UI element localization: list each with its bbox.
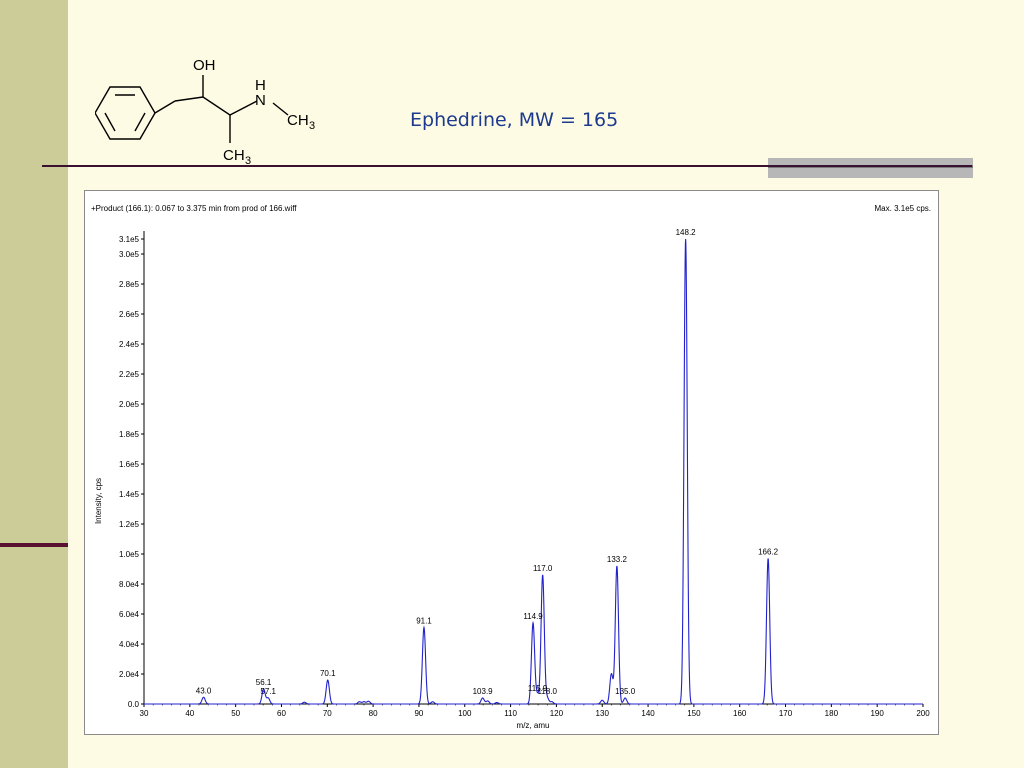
- y-tick-label: 6.0e4: [119, 610, 140, 619]
- peak-label: 135.0: [615, 687, 636, 696]
- peak-label: 70.1: [320, 669, 336, 678]
- x-tick-label: 190: [870, 709, 884, 718]
- y-tick-label: 4.0e4: [119, 640, 140, 649]
- molecule-label-n: N: [255, 92, 266, 109]
- y-tick-label: 2.2e5: [119, 370, 140, 379]
- x-tick-label: 80: [369, 709, 378, 718]
- peak-label: 133.2: [607, 555, 628, 564]
- peak-label: 148.2: [676, 228, 697, 237]
- y-tick-label: 0.0: [128, 700, 140, 709]
- x-tick-label: 150: [687, 709, 701, 718]
- x-tick-label: 60: [277, 709, 286, 718]
- peak-label: 56.1: [256, 678, 272, 687]
- x-tick-label: 140: [641, 709, 655, 718]
- y-tick-label: 1.8e5: [119, 430, 140, 439]
- x-tick-label: 90: [414, 709, 423, 718]
- x-tick-label: 40: [185, 709, 194, 718]
- x-tick-label: 110: [504, 709, 517, 718]
- y-tick-label: 3.1e5: [119, 235, 140, 244]
- peak-label: 91.1: [416, 617, 432, 626]
- slide-title: Ephedrine, MW = 165: [410, 109, 619, 131]
- spectrum-trace: [144, 238, 923, 705]
- peak-label: 43.0: [196, 686, 212, 695]
- header-gray-block: [768, 158, 973, 178]
- x-tick-label: 100: [458, 709, 472, 718]
- x-tick-label: 30: [140, 709, 149, 718]
- x-tick-label: 50: [231, 709, 240, 718]
- x-tick-label: 180: [825, 709, 839, 718]
- y-tick-label: 1.6e5: [119, 460, 140, 469]
- peak-label: 166.2: [758, 548, 779, 557]
- x-tick-label: 160: [733, 709, 747, 718]
- mass-spectrum-panel: +Product (166.1): 0.067 to 3.375 min fro…: [84, 190, 939, 735]
- molecule-label-ch3-c-subscript: 3: [245, 155, 251, 167]
- x-tick-label: 200: [916, 709, 930, 718]
- y-tick-label: 2.0e5: [119, 400, 140, 409]
- y-tick-label: 1.0e5: [119, 550, 140, 559]
- x-axis-title: m/z, amu: [517, 721, 550, 730]
- y-tick-label: 2.6e5: [119, 310, 140, 319]
- y-tick-label: 2.0e4: [119, 670, 140, 679]
- ephedrine-structure-diagram: OH H N CH 3 CH 3: [95, 57, 315, 167]
- peak-label: 118.0: [538, 687, 558, 696]
- spectrum-header-right: Max. 3.1e5 cps.: [875, 204, 931, 213]
- sidebar-band: [0, 0, 68, 768]
- molecule-label-ch3-n-subscript: 3: [309, 120, 315, 132]
- molecule-label-ch3-c: CH: [223, 147, 245, 164]
- peak-label: 114.9: [523, 612, 543, 621]
- molecule-label-ch3-n: CH: [287, 112, 309, 129]
- molecule-label-oh: OH: [193, 57, 216, 74]
- y-axis-title: Intensity, cps: [94, 478, 103, 524]
- x-tick-label: 130: [596, 709, 610, 718]
- mass-spectrum-chart: +Product (166.1): 0.067 to 3.375 min fro…: [91, 204, 931, 730]
- y-tick-label: 1.4e5: [119, 490, 140, 499]
- y-tick-label: 2.4e5: [119, 340, 140, 349]
- peak-label: 117.0: [533, 564, 553, 573]
- x-tick-label: 120: [550, 709, 564, 718]
- y-tick-label: 1.2e5: [119, 520, 140, 529]
- y-tick-label: 2.8e5: [119, 280, 140, 289]
- peak-label: 57.1: [260, 687, 276, 696]
- y-tick-label: 3.0e5: [119, 250, 140, 259]
- sidebar-accent-line: [0, 543, 68, 547]
- x-tick-label: 170: [779, 709, 793, 718]
- x-tick-label: 70: [323, 709, 332, 718]
- peak-label: 103.9: [473, 687, 494, 696]
- spectrum-header-left: +Product (166.1): 0.067 to 3.375 min fro…: [91, 204, 297, 213]
- y-tick-label: 8.0e4: [119, 580, 140, 589]
